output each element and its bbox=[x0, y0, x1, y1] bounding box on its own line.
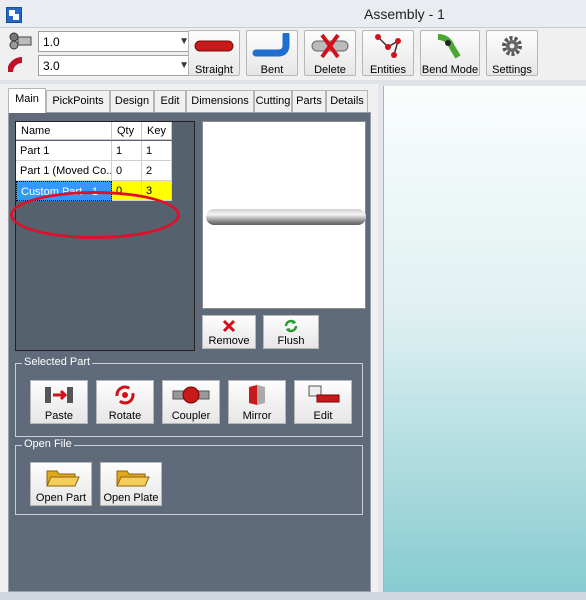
straight-tube-icon bbox=[194, 40, 234, 52]
entities-button[interactable]: Entities bbox=[362, 30, 414, 76]
edit-part-button[interactable]: Edit bbox=[294, 380, 352, 424]
bend-mode-icon bbox=[437, 34, 461, 59]
left-panel: Main PickPoints Design Edit Dimensions C… bbox=[0, 84, 378, 592]
bend-mode-button[interactable]: Bend Mode bbox=[420, 30, 480, 76]
column-header-key[interactable]: Key bbox=[142, 122, 172, 140]
main-tab-content: Name Qty Key Part 1 1 1 Part 1 (Moved Co… bbox=[8, 112, 371, 592]
table-header: Name Qty Key bbox=[16, 122, 172, 140]
delete-button[interactable]: Delete bbox=[304, 30, 356, 76]
gear-icon bbox=[502, 36, 522, 56]
tab-main[interactable]: Main bbox=[8, 88, 46, 113]
size-select[interactable]: 1.0 ▼ bbox=[38, 31, 194, 52]
tab-dimensions[interactable]: Dimensions bbox=[186, 90, 254, 112]
tab-design[interactable]: Design bbox=[110, 90, 154, 112]
bent-button[interactable]: Bent bbox=[246, 30, 298, 76]
open-part-button[interactable]: Open Part bbox=[30, 462, 92, 506]
paste-button[interactable]: Paste bbox=[30, 380, 88, 424]
flush-icon bbox=[284, 319, 298, 333]
radius-select[interactable]: 3.0 ▼ bbox=[38, 55, 194, 76]
column-header-qty[interactable]: Qty bbox=[112, 122, 142, 140]
remove-button[interactable]: Remove bbox=[202, 315, 256, 349]
tab-cutting[interactable]: Cutting bbox=[254, 90, 292, 112]
open-plate-button[interactable]: Open Plate bbox=[100, 462, 162, 506]
coupler-button[interactable]: Coupler bbox=[162, 380, 220, 424]
bent-tube-icon bbox=[252, 33, 290, 57]
folder-open-icon bbox=[46, 470, 80, 487]
part-preview bbox=[202, 121, 366, 309]
tube-size-icon bbox=[9, 32, 32, 50]
edit-part-icon bbox=[308, 385, 340, 403]
3d-viewport[interactable] bbox=[383, 86, 586, 592]
selected-part-group: Selected Part Paste Rotate Coupler Mirro… bbox=[15, 356, 363, 437]
settings-button[interactable]: Settings bbox=[486, 30, 538, 76]
table-row[interactable]: Part 1 (Moved Co... 0 2 bbox=[16, 161, 172, 181]
radius-combo[interactable]: 3.0 ▼ bbox=[8, 55, 194, 76]
title-bar: Assembly - 1 bbox=[0, 0, 586, 28]
straight-button[interactable]: Straight bbox=[188, 30, 240, 76]
group-legend: Open File bbox=[22, 438, 74, 450]
folder-open-icon bbox=[116, 470, 150, 487]
bend-radius-icon bbox=[8, 57, 23, 73]
size-combo[interactable]: 1.0 ▼ bbox=[8, 31, 194, 52]
column-header-name[interactable]: Name bbox=[16, 122, 112, 140]
tab-parts[interactable]: Parts bbox=[292, 90, 326, 112]
delete-icon bbox=[311, 33, 349, 59]
entities-icon bbox=[375, 34, 401, 58]
flush-button[interactable]: Flush bbox=[263, 315, 319, 349]
tube-preview bbox=[206, 209, 366, 225]
app-icon bbox=[6, 7, 22, 23]
table-row[interactable]: Part 1 1 1 bbox=[16, 141, 172, 161]
mirror-icon bbox=[249, 385, 265, 405]
coupler-icon bbox=[172, 386, 210, 404]
rotate-icon bbox=[115, 385, 135, 405]
window-title: Assembly - 1 bbox=[364, 6, 445, 22]
group-legend: Selected Part bbox=[22, 356, 93, 368]
open-file-group: Open File Open Part Open Plate bbox=[15, 438, 363, 515]
paste-icon bbox=[45, 387, 73, 403]
tab-pickpoints[interactable]: PickPoints bbox=[46, 90, 110, 112]
tab-edit[interactable]: Edit bbox=[154, 90, 186, 112]
rotate-button[interactable]: Rotate bbox=[96, 380, 154, 424]
status-bar bbox=[0, 592, 586, 600]
tab-details[interactable]: Details bbox=[326, 90, 368, 112]
remove-icon bbox=[222, 319, 236, 333]
mirror-button[interactable]: Mirror bbox=[228, 380, 286, 424]
red-highlight-ellipse bbox=[10, 191, 180, 239]
